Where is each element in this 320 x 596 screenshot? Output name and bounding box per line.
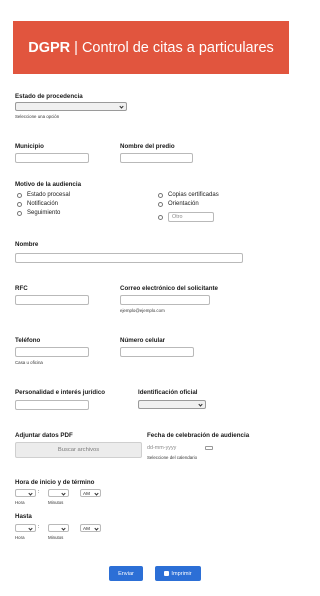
- minute-sublabel: Minutos: [48, 500, 64, 505]
- telefono-hint: Casa u oficina: [15, 360, 43, 365]
- ampm-select-start[interactable]: AM: [80, 489, 101, 497]
- radio-label: Estado procesal: [27, 192, 71, 198]
- celular-input[interactable]: [120, 347, 194, 357]
- celular-label: Número celular: [120, 337, 166, 344]
- radio-otro[interactable]: [158, 215, 163, 220]
- estado-label: Estado de procedencia: [15, 93, 83, 100]
- correo-input[interactable]: [120, 295, 210, 305]
- print-button[interactable]: Imprimir: [155, 566, 201, 581]
- radio-icon[interactable]: [158, 202, 163, 207]
- hasta-label: Hasta: [15, 513, 32, 520]
- minute-select-start[interactable]: [48, 489, 69, 497]
- predio-label: Nombre del predio: [120, 143, 175, 150]
- rfc-label: RFC: [15, 285, 28, 292]
- correo-label: Correo electrónico del solicitante: [120, 285, 218, 292]
- nombre-input[interactable]: [15, 253, 243, 263]
- estado-hint: Seleccione una opción: [15, 114, 60, 119]
- submit-button[interactable]: Enviar: [109, 566, 143, 581]
- estado-select[interactable]: [15, 102, 127, 111]
- ampm-select-end[interactable]: AM: [80, 524, 101, 532]
- chevron-down-icon: [61, 525, 66, 531]
- time-colon: :: [38, 489, 40, 495]
- fecha-hint: Seleccione del calendario: [147, 455, 198, 460]
- telefono-input[interactable]: [15, 347, 89, 357]
- chevron-down-icon: [28, 490, 33, 496]
- hora-label: Hora de inicio y de término: [15, 479, 95, 486]
- radio-label: Orientación: [168, 201, 199, 207]
- nombre-label: Nombre: [15, 241, 39, 248]
- chevron-down-icon: [198, 402, 203, 407]
- motivo-label: Motivo de la audiencia: [15, 181, 82, 188]
- radio-icon[interactable]: [17, 193, 22, 198]
- form-header: DGPR | Control de citas a particulares: [13, 21, 289, 74]
- radio-icon[interactable]: [17, 202, 22, 207]
- printer-icon: [164, 571, 170, 576]
- radio-icon[interactable]: [158, 193, 163, 198]
- hour-sublabel: Hora: [15, 500, 25, 505]
- municipio-label: Municipio: [15, 143, 44, 150]
- predio-input[interactable]: [120, 153, 193, 163]
- radio-label: Notificación: [27, 201, 59, 207]
- form-title: DGPR | Control de citas a particulares: [28, 39, 274, 56]
- radio-icon[interactable]: [17, 211, 22, 216]
- chevron-down-icon: [94, 490, 99, 496]
- fecha-input[interactable]: dd-mm-yyyy: [147, 443, 201, 453]
- fecha-label: Fecha de celebración de audiencia: [147, 432, 250, 439]
- minute-sublabel: Minutos: [48, 535, 64, 540]
- otro-input[interactable]: Otro: [168, 212, 214, 222]
- print-label: Imprimir: [171, 570, 192, 577]
- rfc-input[interactable]: [15, 295, 89, 305]
- municipio-input[interactable]: [15, 153, 89, 163]
- radio-label: Copias certificadas: [168, 192, 219, 198]
- radio-label: Seguimiento: [27, 210, 61, 216]
- chevron-down-icon: [61, 490, 66, 496]
- minute-select-end[interactable]: [48, 524, 69, 532]
- calendar-icon[interactable]: [205, 446, 213, 450]
- hour-sublabel: Hora: [15, 535, 25, 540]
- personalidad-label: Personalidad e interés jurídico: [15, 389, 106, 396]
- identificacion-select[interactable]: [138, 400, 206, 409]
- chevron-down-icon: [28, 525, 33, 531]
- identificacion-label: Identificación oficial: [138, 389, 198, 396]
- time-colon: :: [38, 524, 40, 530]
- hour-select-end[interactable]: [15, 524, 36, 532]
- telefono-label: Teléfono: [15, 337, 41, 344]
- hour-select-start[interactable]: [15, 489, 36, 497]
- correo-hint: ejemplo@ejemplo.com: [120, 308, 165, 313]
- personalidad-input[interactable]: [15, 400, 89, 410]
- chevron-down-icon: [94, 525, 99, 531]
- browse-files-button[interactable]: Buscar archivos: [15, 442, 142, 458]
- adjuntar-label: Adjuntar datos PDF: [15, 432, 73, 439]
- chevron-down-icon: [119, 104, 124, 109]
